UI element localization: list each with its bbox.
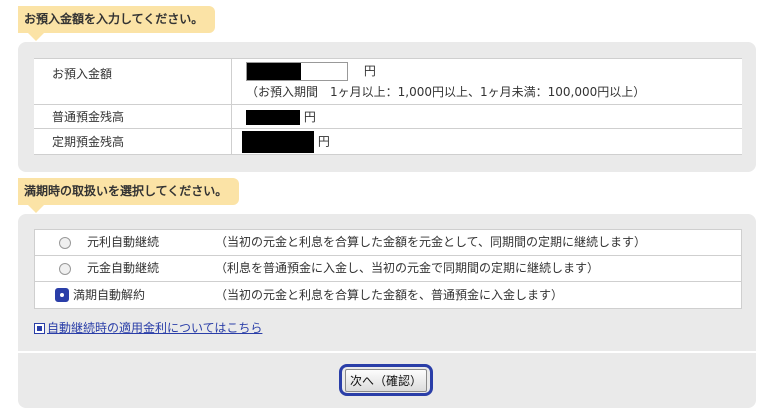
deposit-amount-input[interactable] <box>246 62 348 81</box>
maturity-section-heading: 満期時の取扱いを選択してください。 <box>18 178 240 213</box>
redacted-fixed-balance <box>242 130 314 153</box>
radio-unselected-icon[interactable] <box>59 237 71 249</box>
deposit-amount-label: お預入金額 <box>34 58 232 105</box>
option-description: （当初の元金と利息を合算した金額を元金として、同期間の定期に継続します） <box>215 235 647 249</box>
section-divider <box>18 351 756 353</box>
redacted-amount <box>247 63 301 80</box>
fixed-balance-row: 定期預金残高 円 <box>34 128 742 155</box>
rate-link-row: 自動継続時の適用金利についてはこちら <box>34 319 262 336</box>
ordinary-balance-unit: 円 <box>303 110 316 124</box>
next-button-focus-ring: 次へ（確認） <box>339 364 433 396</box>
next-confirm-button[interactable]: 次へ（確認） <box>344 368 427 392</box>
deposit-amount-unit: 円 <box>363 64 376 78</box>
fixed-balance-label: 定期預金残高 <box>34 128 232 155</box>
external-link-icon <box>34 323 45 334</box>
radio-unselected-icon[interactable] <box>59 263 71 275</box>
maturity-option[interactable]: 元利自動継続 （当初の元金と利息を合算した金額を元金として、同期間の定期に継続し… <box>35 230 741 256</box>
radio-selected-icon[interactable] <box>55 288 69 302</box>
deposit-table: お預入金額 円 （お預入期間 1ヶ月以上：1,000円以上、1ヶ月未満：100,… <box>34 58 742 155</box>
option-name: 元金自動継続 <box>87 261 160 275</box>
maturity-options: 元利自動継続 （当初の元金と利息を合算した金額を元金として、同期間の定期に継続し… <box>34 229 742 309</box>
option-name: 元利自動継続 <box>87 235 160 249</box>
deposit-panel: お預入金額 円 （お預入期間 1ヶ月以上：1,000円以上、1ヶ月未満：100,… <box>18 42 756 172</box>
ordinary-balance-row: 普通預金残高 円 <box>34 104 742 129</box>
deposit-amount-row: お預入金額 円 （お預入期間 1ヶ月以上：1,000円以上、1ヶ月未満：100,… <box>34 58 742 105</box>
maturity-option[interactable]: 満期自動解約 （当初の元金と利息を合算した金額を、普通預金に入金します） <box>35 282 741 308</box>
ordinary-balance-label: 普通預金残高 <box>34 104 232 129</box>
rate-info-link[interactable]: 自動継続時の適用金利についてはこちら <box>47 321 262 335</box>
deposit-section-heading: お預入金額を入力してください。 <box>18 6 216 41</box>
maturity-option[interactable]: 元金自動継続 （利息を普通預金に入金し、当初の元金で同期間の定期に継続します） <box>35 256 741 282</box>
fixed-balance-unit: 円 <box>317 134 330 148</box>
option-description: （当初の元金と利息を合算した金額を、普通預金に入金します） <box>215 288 564 302</box>
option-name: 満期自動解約 <box>73 288 146 302</box>
option-description: （利息を普通預金に入金し、当初の元金で同期間の定期に継続します） <box>215 261 600 275</box>
redacted-ordinary-balance <box>246 110 300 125</box>
deposit-period-note: （お預入期間 1ヶ月以上：1,000円以上、1ヶ月未満：100,000円以上） <box>246 85 646 99</box>
